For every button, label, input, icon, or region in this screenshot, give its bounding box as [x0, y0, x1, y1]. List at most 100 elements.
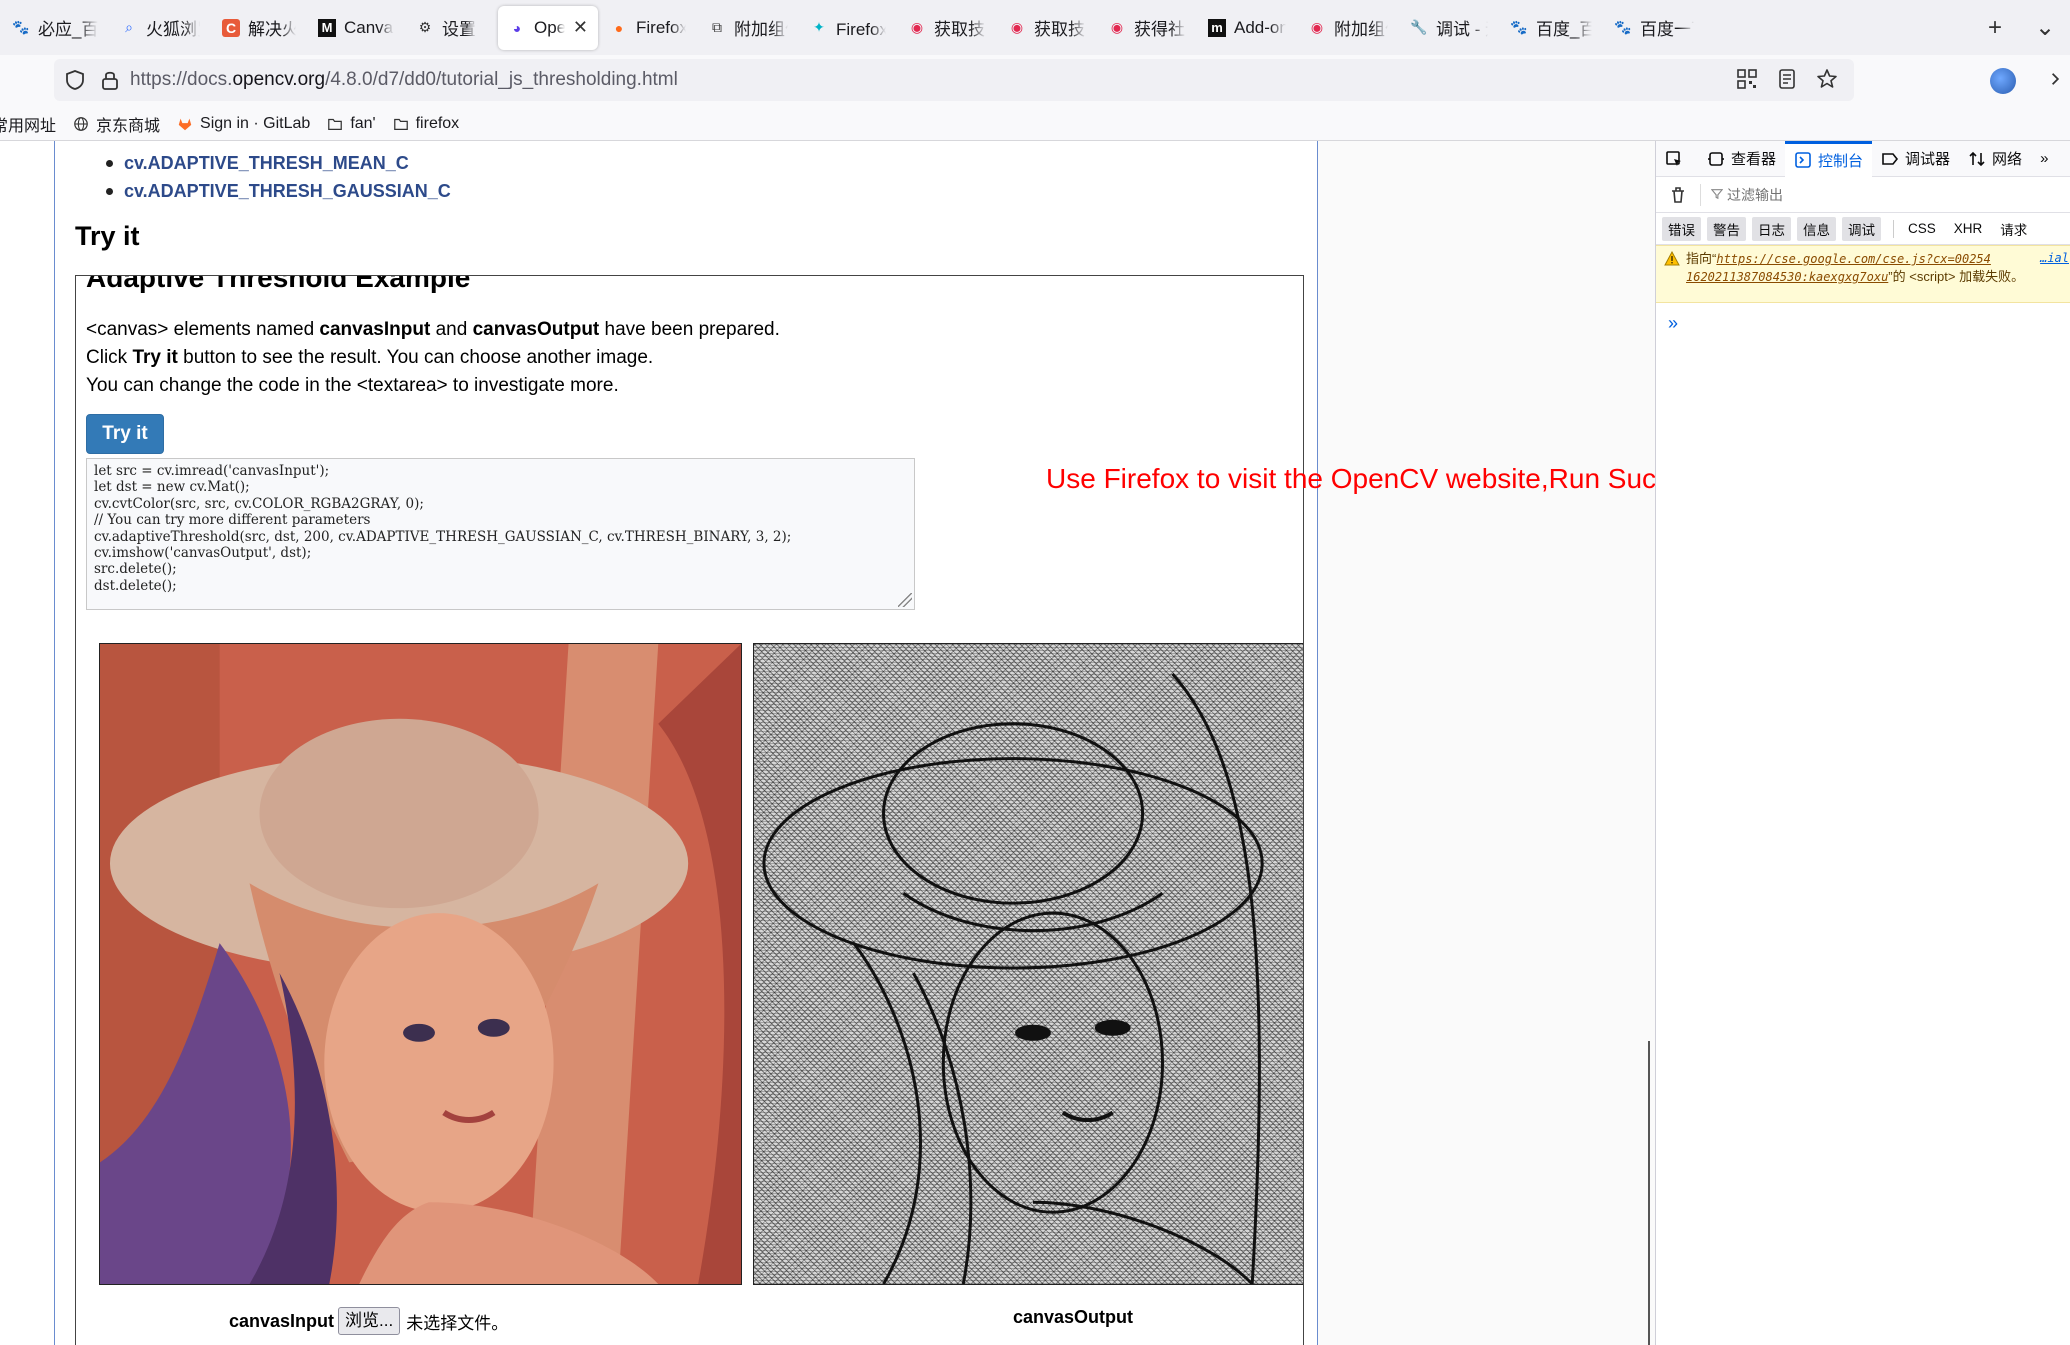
bookmark-item[interactable]: Sign in · GitLab — [176, 115, 310, 133]
try-it-button[interactable]: Try it — [86, 414, 164, 454]
list-all-tabs-button[interactable]: ⌄ — [2020, 13, 2070, 42]
browser-tab[interactable]: ⧉ 附加组件 — [698, 6, 798, 50]
annotation-text: Use Firefox to visit the OpenCV website,… — [1046, 463, 1655, 494]
browser-tab[interactable]: ● Firefox 1 — [600, 6, 696, 50]
devtools-tab-label: 查看器 — [1731, 151, 1777, 168]
browser-tab[interactable]: 🐾 百度_百度 — [1500, 6, 1602, 50]
browser-tab[interactable]: 🐾 百度一下 — [1604, 6, 1704, 50]
devtools-panel: 查看器 控制台 调试器 网络 » 过滤输出 错误 警告 日志 信息 调试 CSS… — [1648, 140, 2070, 1345]
bookmark-item[interactable]: 常用网址 — [0, 112, 56, 136]
bookmarks-toolbar: 常用网址 京东商城 Sign in · GitLab fan' firefox — [0, 107, 2070, 141]
file-browse-button[interactable]: 浏览... — [338, 1307, 401, 1335]
reader-view-icon[interactable] — [1776, 68, 1798, 90]
input-caption: canvasInput 浏览... 未选择文件。 — [229, 1307, 508, 1335]
trash-icon[interactable] — [1668, 185, 1688, 205]
red-circle-icon: ◉ — [1110, 19, 1124, 35]
browser-tab[interactable]: ◉ 附加组件 — [1298, 6, 1398, 50]
browser-tab[interactable]: ◕ Open ✕ — [498, 5, 598, 50]
tab-title: Firefox 1 — [636, 17, 686, 37]
bookmark-item[interactable]: fan' — [326, 115, 376, 133]
text: have been prepared. — [599, 319, 780, 340]
bookmark-item[interactable]: 京东商城 — [72, 112, 160, 136]
filter-output-input[interactable]: 过滤输出 — [1727, 185, 1783, 205]
console-input-prompt[interactable]: » — [1668, 313, 1678, 334]
level-filter-info[interactable]: 信息 — [1797, 216, 1836, 241]
input-caption-label: canvasInput — [229, 1310, 335, 1331]
level-filter-warnings[interactable]: 警告 — [1707, 216, 1746, 241]
navigation-toolbar: https://docs.opencv.org/4.8.0/d7/dd0/tut… — [0, 55, 2070, 107]
bookmark-label: 京东商城 — [96, 117, 161, 135]
page-scrollbar[interactable] — [1648, 1041, 1650, 1345]
list-item-link[interactable]: cv.ADAPTIVE_THRESH_GAUSSIAN_C — [124, 181, 451, 201]
tab-title: 设置 — [442, 20, 476, 39]
pick-element-icon — [1665, 150, 1683, 168]
description-line: Click Try it button to see the result. Y… — [86, 344, 780, 372]
filter-requests[interactable]: 请求 — [1994, 217, 2033, 241]
message-source-link[interactable]: …ial — [2040, 250, 2069, 267]
browser-tab[interactable]: m Add-ons — [1198, 6, 1296, 50]
tab-title: 百度一下 — [1640, 20, 1694, 39]
level-filter-debug[interactable]: 调试 — [1842, 216, 1881, 241]
example-description: <canvas> elements named canvasInput and … — [86, 316, 780, 400]
wrench-icon: 🔧 — [1410, 19, 1428, 35]
extension-icon[interactable] — [1990, 68, 2016, 94]
canvas-output — [753, 643, 1303, 1285]
browser-tab[interactable]: ⌕ 火狐浏览器 — [110, 6, 210, 50]
tab-title: 获取技术 — [1034, 20, 1086, 39]
resize-grip-icon[interactable] — [898, 593, 912, 607]
devtools-toolbar: 查看器 控制台 调试器 网络 » — [1656, 140, 2070, 177]
tab-title: 必应_百度 — [38, 20, 98, 39]
baidu-paw-icon: 🐾 — [12, 19, 30, 35]
lock-icon[interactable] — [100, 69, 120, 91]
content-right-border — [1317, 141, 1318, 1345]
console-level-filters: 错误 警告 日志 信息 调试 CSS XHR 请求 — [1656, 213, 2070, 245]
browser-tab[interactable]: 🐾 必应_百度 — [2, 6, 108, 50]
devtools-tab-debugger[interactable]: 调试器 — [1872, 141, 1959, 177]
text-bold: Try it — [132, 347, 178, 368]
devtools-tab-console[interactable]: 控制台 — [1785, 140, 1873, 177]
browser-tab[interactable]: ◉ 获得社区 — [1098, 6, 1196, 50]
red-circle-icon: ◉ — [910, 19, 924, 35]
overflow-menu-icon[interactable] — [2050, 70, 2064, 93]
canvas-input — [99, 643, 742, 1285]
qr-code-icon[interactable] — [1736, 68, 1758, 90]
list-item-link[interactable]: cv.ADAPTIVE_THRESH_MEAN_C — [124, 153, 409, 173]
threshold-method-list: cv.ADAPTIVE_THRESH_MEAN_C cv.ADAPTIVE_TH… — [106, 149, 451, 205]
devtools-pick-element[interactable] — [1656, 141, 1698, 177]
network-icon — [1968, 150, 1986, 168]
text: Click — [86, 347, 133, 368]
new-tab-button[interactable]: + — [1970, 14, 2020, 42]
url-domain: opencv.org — [232, 69, 326, 90]
page-viewport: cv.ADAPTIVE_THRESH_MEAN_C cv.ADAPTIVE_TH… — [0, 141, 1655, 1345]
separator — [1893, 219, 1894, 238]
list-item[interactable]: cv.ADAPTIVE_THRESH_GAUSSIAN_C — [106, 177, 451, 205]
list-item[interactable]: cv.ADAPTIVE_THRESH_MEAN_C — [106, 149, 451, 177]
close-tab-icon[interactable]: ✕ — [573, 17, 588, 38]
browser-tab[interactable]: C 解决火狐 — [212, 6, 306, 50]
example-panel: Adaptive Threshold Example <canvas> elem… — [75, 275, 1304, 1345]
level-filter-errors[interactable]: 错误 — [1662, 216, 1701, 241]
devtools-tab-network[interactable]: 网络 — [1959, 141, 2031, 177]
filter-xhr[interactable]: XHR — [1948, 219, 1989, 238]
url-text[interactable]: https://docs.opencv.org/4.8.0/d7/dd0/tut… — [130, 69, 678, 91]
chevron-right-icon: » — [2040, 150, 2049, 167]
url-bar[interactable]: https://docs.opencv.org/4.8.0/d7/dd0/tut… — [54, 59, 1854, 101]
bookmark-star-icon[interactable] — [1816, 68, 1838, 90]
filter-css[interactable]: CSS — [1902, 219, 1942, 238]
browser-tab[interactable]: ⚙ 设置 — [406, 6, 496, 50]
browser-tab[interactable]: ◉ 获取技术 — [898, 6, 996, 50]
browser-tab[interactable]: ✦ Firefox 附 — [800, 6, 896, 50]
tracking-protection-shield-icon[interactable] — [64, 69, 86, 91]
code-textarea[interactable]: let src = cv.imread('canvasInput'); let … — [86, 458, 915, 610]
browser-tab[interactable]: ◉ 获取技术 — [998, 6, 1096, 50]
gear-icon: ⚙ — [418, 19, 432, 35]
level-filter-logs[interactable]: 日志 — [1752, 216, 1791, 241]
tab-title: 获取技术 — [934, 20, 986, 39]
red-circle-icon: ◉ — [1010, 19, 1024, 35]
browser-tab[interactable]: 🔧 调试 - 运 — [1400, 6, 1498, 50]
bookmark-item[interactable]: firefox — [392, 115, 459, 133]
output-image — [762, 672, 1264, 1284]
browser-tab[interactable]: M CanvasR — [308, 6, 404, 50]
devtools-more-tabs[interactable]: » — [2031, 141, 2057, 177]
devtools-tab-inspector[interactable]: 查看器 — [1698, 141, 1785, 177]
